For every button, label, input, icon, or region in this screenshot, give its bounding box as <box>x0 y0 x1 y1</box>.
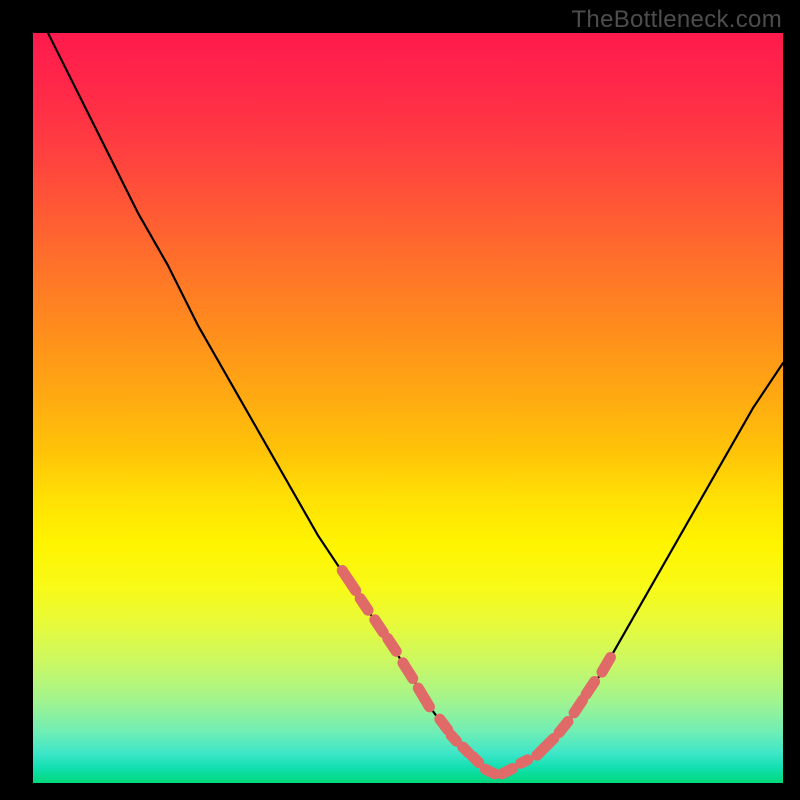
watermark-text: TheBottleneck.com <box>571 6 782 34</box>
chart-frame: TheBottleneck.com <box>0 0 800 800</box>
plot-area <box>33 33 783 783</box>
highlight-dashes <box>33 33 783 783</box>
